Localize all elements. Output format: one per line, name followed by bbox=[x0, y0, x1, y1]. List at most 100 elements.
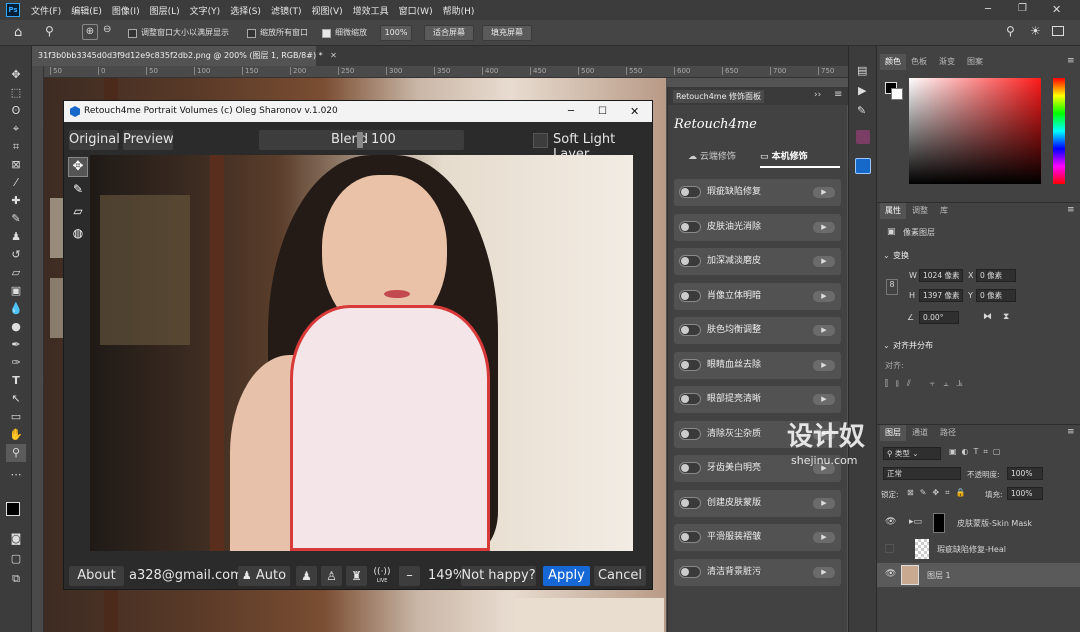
home-icon[interactable]: ⌂ bbox=[14, 25, 22, 40]
history-icon[interactable]: ▤ bbox=[857, 64, 867, 77]
visibility-off-box[interactable] bbox=[885, 544, 894, 553]
menu-layer[interactable]: 图层(L) bbox=[145, 4, 185, 17]
menu-filter[interactable]: 滤镜(T) bbox=[266, 4, 307, 17]
tab-gradients[interactable]: 渐变 bbox=[934, 54, 960, 70]
menu-file[interactable]: 文件(F) bbox=[26, 4, 66, 17]
align-chevron-icon[interactable]: ⌄ bbox=[883, 341, 890, 350]
plugin-panel-icon[interactable] bbox=[856, 130, 870, 144]
hand-tool-icon[interactable]: ✋ bbox=[6, 426, 26, 444]
shape-tool-icon[interactable]: ▭ bbox=[6, 408, 26, 426]
pen-tool-icon[interactable]: ✒ bbox=[6, 336, 26, 354]
tab-patterns[interactable]: 图案 bbox=[962, 54, 988, 70]
link-icon[interactable]: 8 bbox=[886, 279, 898, 295]
menu-window[interactable]: 窗口(W) bbox=[394, 4, 438, 17]
fill-field[interactable]: 100% bbox=[1007, 487, 1043, 500]
close-window-icon[interactable]: ✕ bbox=[1052, 3, 1066, 16]
menu-image[interactable]: 图像(I) bbox=[107, 4, 145, 17]
toggle-switch[interactable] bbox=[679, 358, 701, 371]
play-icon[interactable]: ▶ bbox=[813, 290, 835, 302]
play-icon[interactable]: ▶ bbox=[813, 221, 835, 233]
toggle-switch[interactable] bbox=[679, 289, 701, 302]
retouch-item[interactable]: 加深减淡磨皮 ▶ bbox=[674, 248, 841, 275]
bg-color-chip[interactable] bbox=[891, 88, 903, 100]
y-field[interactable]: 0 像素 bbox=[976, 289, 1016, 302]
retouch-item[interactable]: 清洁背景脏污 ▶ bbox=[674, 558, 841, 586]
menu-help[interactable]: 帮助(H) bbox=[438, 4, 480, 17]
retouch4me-panel-icon[interactable] bbox=[855, 158, 871, 174]
color-picker-field[interactable] bbox=[909, 78, 1041, 184]
original-button[interactable]: Original bbox=[69, 130, 120, 150]
flip-horizontal-icon[interactable]: ⧓ bbox=[983, 312, 992, 322]
fit-screen-button[interactable]: 适合屏幕 bbox=[424, 25, 474, 41]
extra-icon[interactable]: ⧉ bbox=[6, 570, 26, 588]
marquee-tool-icon[interactable]: ⬚ bbox=[6, 84, 26, 102]
quick-mask-icon[interactable]: ◙ bbox=[6, 530, 26, 548]
zoom-out-button[interactable]: – bbox=[399, 566, 420, 586]
learn-icon[interactable]: ☀ bbox=[1030, 24, 1041, 38]
full-body-mode-button[interactable]: ♜ bbox=[346, 566, 367, 586]
play-icon[interactable]: ▶ bbox=[813, 325, 835, 336]
retouch-item[interactable]: 眼睛血丝去除 ▶ bbox=[674, 351, 841, 379]
eraser-tool-icon[interactable]: ▱ bbox=[6, 264, 26, 282]
minimize-window-icon[interactable]: ─ bbox=[985, 4, 999, 15]
search-icon[interactable]: ⚲ bbox=[1006, 24, 1015, 38]
document-tab[interactable]: 31f3b0bb3345d0d3f9d12e9c835f2db2.png @ 2… bbox=[32, 46, 337, 66]
dialog-close-icon[interactable]: ✕ bbox=[630, 101, 639, 122]
toggle-switch[interactable] bbox=[679, 186, 701, 198]
properties-menu-icon[interactable]: ≡ bbox=[1067, 205, 1075, 215]
angle-field[interactable]: 0.00° bbox=[919, 311, 959, 324]
layer-row-skin-mask[interactable]: 👁 ▸▭ 皮肤蒙版-Skin Mask bbox=[877, 511, 1080, 535]
play-icon[interactable]: ▶ bbox=[813, 497, 835, 509]
toggle-switch[interactable] bbox=[679, 462, 701, 474]
play-icon[interactable]: ▶ bbox=[813, 566, 835, 578]
apply-button[interactable]: Apply bbox=[543, 566, 590, 586]
fill-screen-button[interactable]: 填充屏幕 bbox=[482, 25, 532, 41]
preview-photo[interactable] bbox=[90, 155, 633, 551]
tab-cloud[interactable]: ☁ 云端修饰 bbox=[688, 149, 736, 162]
cancel-button[interactable]: Cancel bbox=[594, 566, 646, 586]
retouch-item[interactable]: 创建皮肤蒙版 ▶ bbox=[674, 489, 841, 517]
eraser-icon[interactable]: ▱ bbox=[68, 201, 88, 221]
toggle-switch[interactable] bbox=[679, 220, 701, 233]
ps-logo-icon[interactable]: Ps bbox=[6, 3, 20, 17]
about-button[interactable]: About bbox=[69, 566, 124, 586]
toggle-switch[interactable] bbox=[679, 324, 701, 336]
x-field[interactable]: 0 像素 bbox=[976, 269, 1016, 282]
globe-icon[interactable]: ◍ bbox=[68, 223, 88, 243]
pan-tool-icon[interactable]: ✥ bbox=[68, 157, 88, 177]
half-body-mode-button[interactable]: ♙ bbox=[321, 566, 342, 586]
close-tab-icon[interactable]: ✕ bbox=[330, 51, 337, 60]
panel-collapse-icon[interactable]: ›› bbox=[814, 90, 821, 100]
more-tools-icon[interactable]: ⋯ bbox=[6, 466, 26, 484]
tab-libraries[interactable]: 库 bbox=[935, 203, 953, 219]
restore-window-icon[interactable]: ❐ bbox=[1018, 3, 1032, 14]
toggle-switch[interactable] bbox=[679, 427, 701, 440]
tab-local[interactable]: ▭ 本机修饰 bbox=[760, 149, 840, 168]
tab-paths[interactable]: 路径 bbox=[935, 425, 961, 441]
play-icon[interactable]: ▶ bbox=[813, 359, 835, 371]
toggle-switch[interactable] bbox=[679, 531, 701, 543]
panel-menu-icon[interactable]: ≡ bbox=[834, 89, 842, 100]
color-panel-menu-icon[interactable]: ≡ bbox=[1067, 56, 1075, 66]
frame-tool-icon[interactable]: ⊠ bbox=[6, 156, 26, 174]
toggle-switch[interactable] bbox=[679, 393, 701, 405]
actions-icon[interactable]: ▶ bbox=[858, 84, 866, 97]
play-icon[interactable]: ▶ bbox=[813, 394, 835, 405]
dialog-maximize-icon[interactable]: ☐ bbox=[598, 101, 607, 122]
stamp-tool-icon[interactable]: ♟ bbox=[6, 228, 26, 246]
zoom-out-icon[interactable]: ⊖ bbox=[103, 24, 111, 35]
width-field[interactable]: 1024 像素 bbox=[919, 269, 963, 282]
scrubby-zoom-checkbox[interactable] bbox=[322, 29, 331, 38]
hue-slider[interactable] bbox=[1053, 78, 1065, 184]
toggle-switch[interactable] bbox=[679, 255, 701, 267]
menu-select[interactable]: 选择(S) bbox=[225, 4, 266, 17]
healing-tool-icon[interactable]: ✚ bbox=[6, 192, 26, 210]
auto-button[interactable]: ♟ Auto bbox=[238, 566, 290, 586]
quick-select-tool-icon[interactable]: ⌖ bbox=[6, 120, 26, 138]
crop-tool-icon[interactable]: ⌗ bbox=[6, 138, 26, 156]
blend-mode-select[interactable]: 正常 bbox=[883, 467, 961, 480]
zoom-in-icon[interactable]: ⊕ bbox=[82, 24, 98, 40]
blur-tool-icon[interactable]: 💧 bbox=[6, 300, 26, 318]
zoom-all-checkbox[interactable] bbox=[247, 29, 256, 38]
flip-vertical-icon[interactable]: ⧗ bbox=[1003, 312, 1009, 322]
